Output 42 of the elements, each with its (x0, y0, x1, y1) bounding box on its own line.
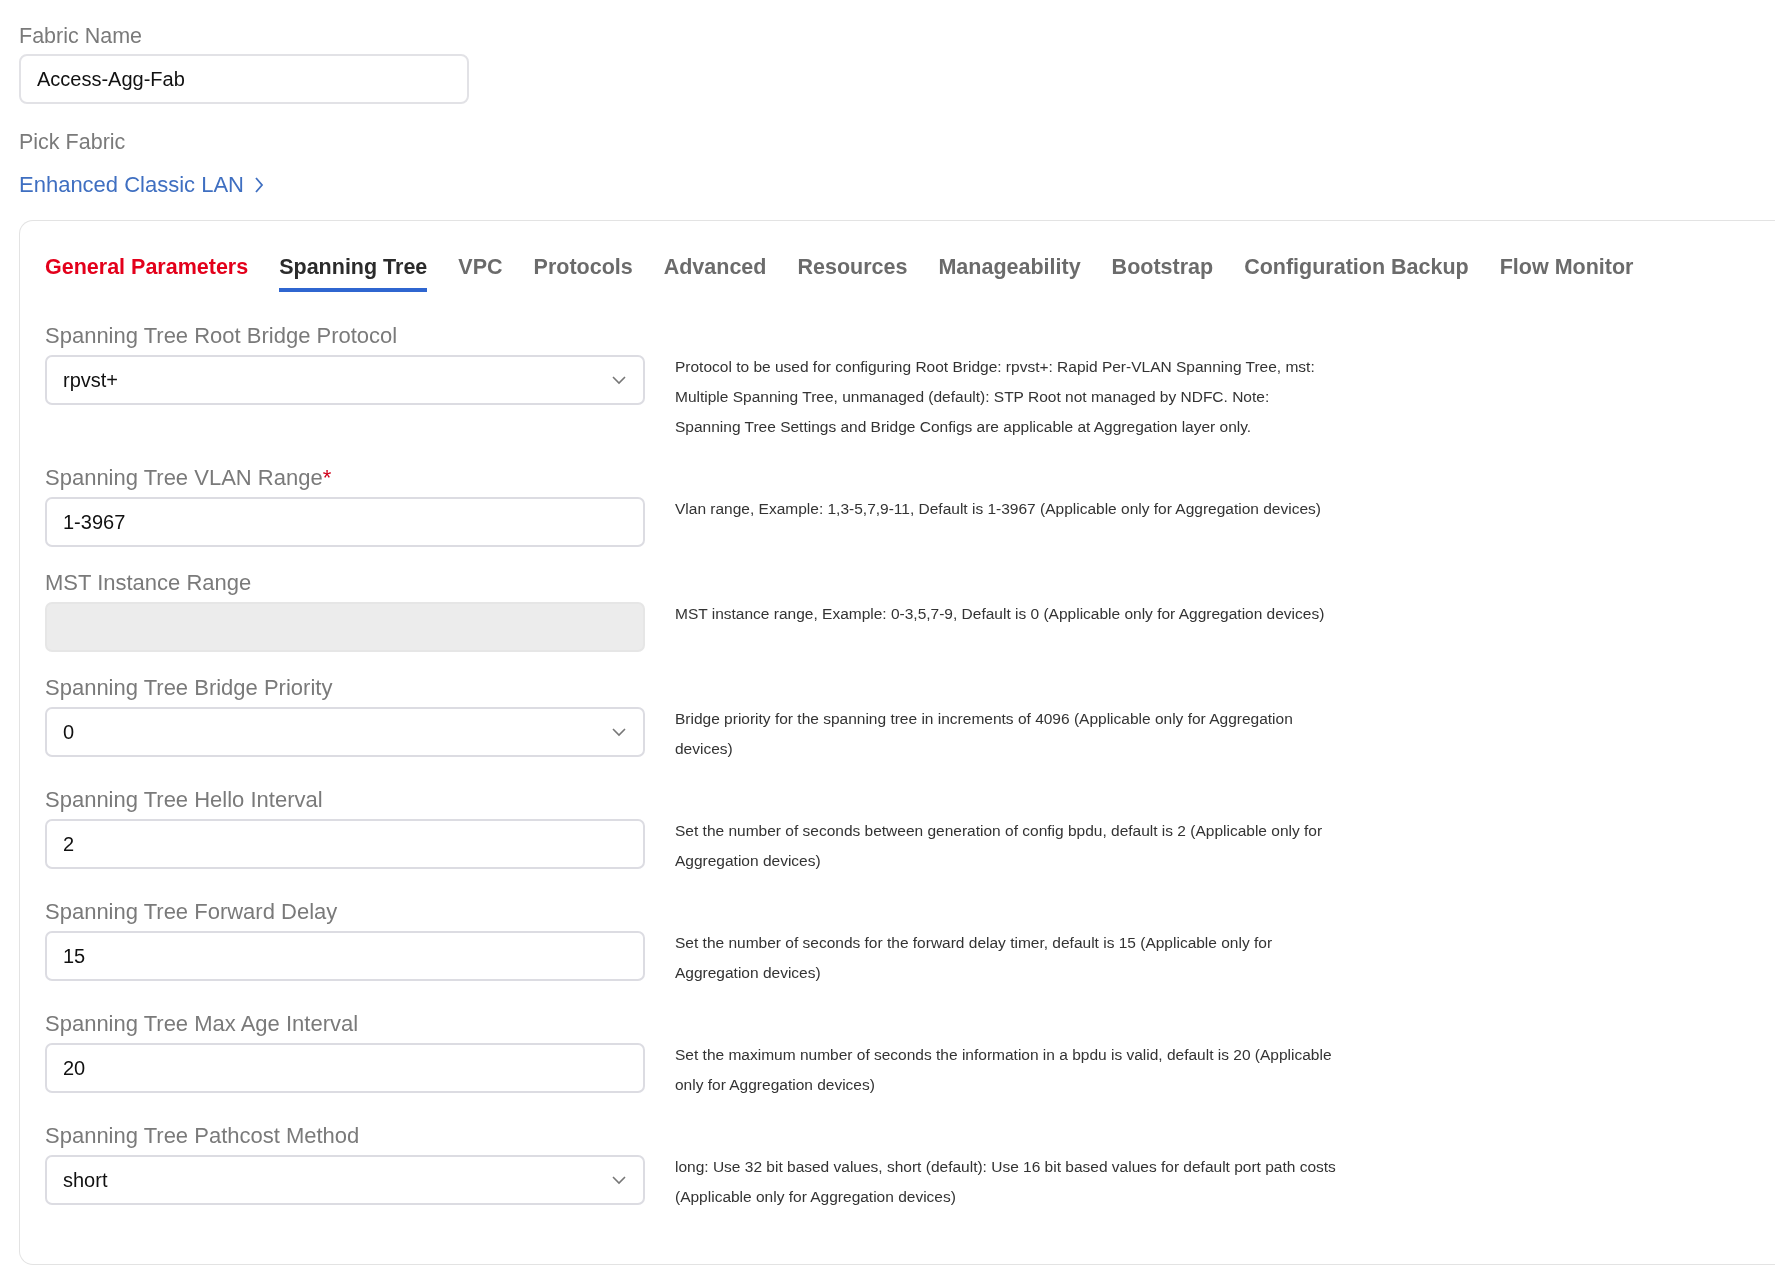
tab[interactable]: Advanced (663, 251, 767, 292)
tab[interactable]: Manageability (938, 251, 1081, 292)
field-label: Pick Fabric (19, 130, 127, 154)
help-text: Set the number of seconds between generation of config bpdu, default is 2 (Applicable only for Aggregation devices) (675, 821, 1324, 871)
fabric-name-field[interactable]: Access-Agg-Fab (19, 54, 469, 104)
input-field[interactable]: 15 (45, 931, 645, 981)
field-label: Spanning Tree Root Bridge Protocol (45, 324, 399, 348)
field-label: Spanning Tree Pathcost Method (45, 1124, 361, 1148)
tab[interactable]: Protocols (533, 251, 633, 292)
select-field[interactable]: short (45, 1155, 645, 1205)
tab[interactable]: Configuration Backup (1244, 251, 1469, 292)
field-label: Spanning Tree VLAN Range* (45, 466, 333, 490)
field-label: Spanning Tree Max Age Interval (45, 1012, 360, 1036)
help-text: long: Use 32 bit based values, short (default): Use 16 bit based values for default port path costs (Applicable only for Aggregation devices) (675, 1157, 1337, 1207)
help-text: Protocol to be used for configuring Root Bridge: rpvst+: Rapid Per-VLAN Spanning Tree, mst: Multiple Spanning Tree, unmanaged (default): STP Root not managed by NDFC. Note: Spanning Tree Settings and Bridge Configs are applicable at Aggregation layer only. (675, 357, 1316, 437)
tab[interactable]: General Parameters (45, 251, 249, 292)
help-text: Vlan range, Example: 1,3-5,7,9-11, Default is 1-3967 (Applicable only for Aggregation devices) (675, 499, 1322, 519)
tab[interactable]: Resources (797, 251, 908, 292)
help-text: Set the maximum number of seconds the information in a bpdu is valid, default is 20 (Applicable only for Aggregation devices) (675, 1045, 1333, 1095)
chevron-right-icon (254, 176, 264, 194)
tab[interactable]: VPC (458, 251, 503, 292)
help-text: Set the number of seconds for the forward delay timer, default is 15 (Applicable only for Aggregation devices) (675, 933, 1274, 983)
required-mark: * (322, 465, 332, 490)
input-field[interactable]: 2 (45, 819, 645, 869)
fabric-type-link[interactable]: Enhanced Classic LAN (19, 172, 264, 198)
tab[interactable]: Flow Monitor (1499, 251, 1634, 292)
select-field[interactable]: 0 (45, 707, 645, 757)
field-label: MST Instance Range (45, 571, 253, 595)
tab[interactable]: Bootstrap (1111, 251, 1214, 292)
help-text: MST instance range, Example: 0-3,5,7-9, Default is 0 (Applicable only for Aggregation devices) (675, 604, 1326, 624)
select-field[interactable]: rpvst+ (45, 355, 645, 405)
field-label: Fabric Name (19, 24, 144, 48)
input-field[interactable]: 1-3967 (45, 497, 645, 547)
help-text: Bridge priority for the spanning tree in increments of 4096 (Applicable only for Aggregation devices) (675, 709, 1294, 759)
chevron-down-icon (611, 375, 627, 385)
input-field[interactable]: 20 (45, 1043, 645, 1093)
field-label: Spanning Tree Hello Interval (45, 788, 324, 812)
chevron-down-icon (611, 1175, 627, 1185)
field-label: Spanning Tree Forward Delay (45, 900, 339, 924)
field-label: Spanning Tree Bridge Priority (45, 676, 334, 700)
tab[interactable]: Spanning Tree (279, 251, 428, 292)
chevron-down-icon (611, 727, 627, 737)
